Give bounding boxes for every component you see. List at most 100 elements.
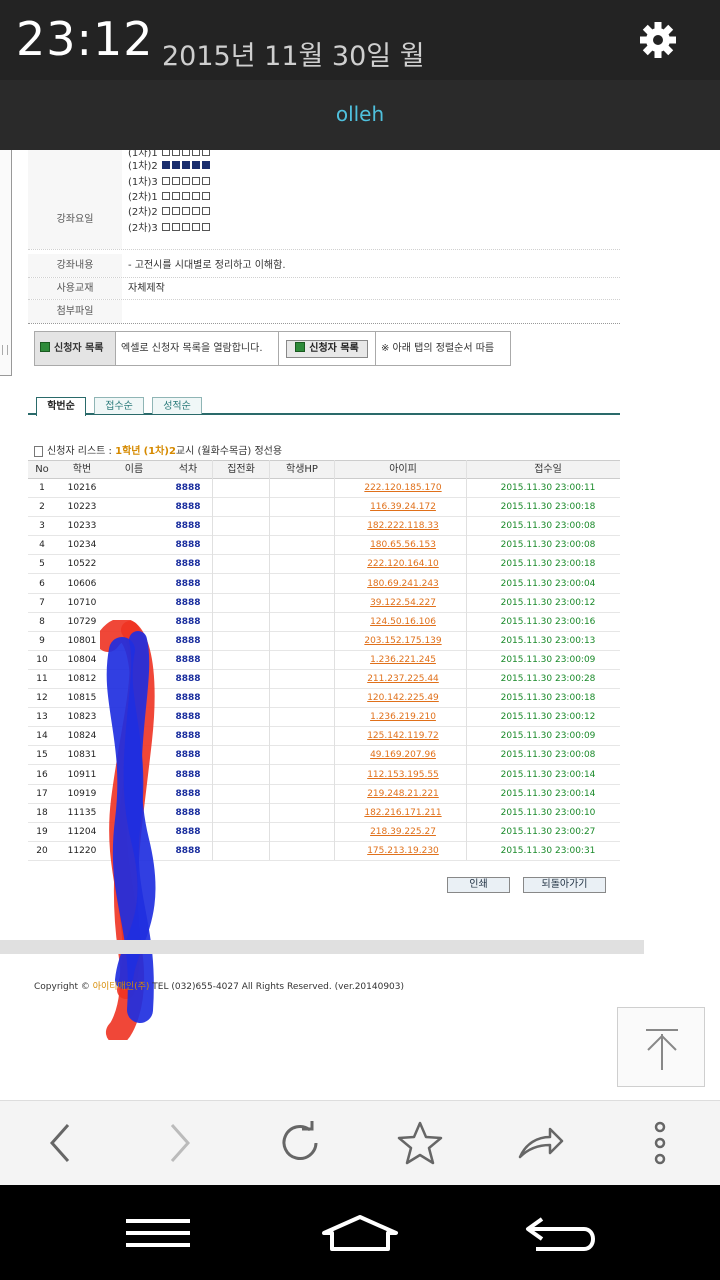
more-icon[interactable] bbox=[636, 1119, 684, 1167]
cell-ip[interactable]: 1.236.221.245 bbox=[338, 651, 468, 670]
cell-ip[interactable]: 39.122.54.227 bbox=[338, 594, 468, 613]
content-value: - 고전시를 시대별로 정리하고 이해함. bbox=[128, 260, 286, 271]
cell-no: 2 bbox=[39, 502, 45, 513]
menu-icon[interactable] bbox=[118, 1213, 198, 1253]
period-item: (2차)3 bbox=[128, 222, 212, 234]
forward-icon[interactable] bbox=[156, 1119, 204, 1167]
cell-ip[interactable]: 180.69.241.243 bbox=[338, 575, 468, 594]
cell-ip[interactable]: 182.216.171.211 bbox=[338, 804, 468, 823]
cell-ip[interactable]: 116.39.24.172 bbox=[338, 498, 468, 517]
cell-ip[interactable]: 211.237.225.44 bbox=[338, 670, 468, 689]
cell-ip[interactable]: 120.142.225.49 bbox=[338, 689, 468, 708]
reload-icon[interactable] bbox=[276, 1119, 324, 1167]
col-home-phone: 집전화 bbox=[227, 464, 255, 475]
table-row: 17 10919 8888 219.248.21.221 2015.11.30 23:0… bbox=[28, 785, 620, 804]
panel-handle-icon[interactable] bbox=[2, 345, 8, 355]
col-received: 접수일 bbox=[534, 464, 562, 475]
cell-student-id: 11204 bbox=[67, 826, 97, 837]
column-rule bbox=[212, 460, 213, 860]
list-title: 신청자 리스트 : 1학년 (1차)2교시 (월화수목금) 정선용 bbox=[34, 442, 282, 457]
cell-no: 6 bbox=[39, 578, 45, 589]
cell-received: 2015.11.30 23:00:13 bbox=[500, 635, 596, 646]
material-row: 사용교재 자체제작 bbox=[28, 278, 620, 300]
tab-received[interactable]: 접수순 bbox=[94, 397, 144, 414]
cell-student-id: 10823 bbox=[67, 712, 97, 723]
cell-no: 16 bbox=[36, 769, 48, 780]
applicant-list-button[interactable]: 신청자 목록 bbox=[286, 340, 368, 358]
cell-no: 10 bbox=[36, 654, 48, 665]
cell-student-id: 10522 bbox=[67, 559, 97, 570]
side-panel-edge[interactable] bbox=[0, 150, 12, 376]
cell-seat: 8888 bbox=[175, 674, 201, 684]
cell-received: 2015.11.30 23:00:04 bbox=[500, 578, 596, 589]
cell-ip[interactable]: 175.213.19.230 bbox=[338, 842, 468, 861]
home-icon[interactable] bbox=[320, 1213, 400, 1253]
period-boxes bbox=[161, 222, 212, 234]
cell-ip[interactable]: 124.50.16.106 bbox=[338, 613, 468, 632]
table-row: 12 10815 8888 120.142.225.49 2015.11.30 23:0… bbox=[28, 689, 620, 709]
table-row: 4 10234 8888 180.65.56.153 2015.11.30 23:00:… bbox=[28, 536, 620, 556]
cell-student-id: 10919 bbox=[67, 788, 97, 799]
period-boxes bbox=[161, 176, 212, 188]
table-row: 2 10223 8888 116.39.24.172 2015.11.30 23:00:… bbox=[28, 498, 620, 518]
material-value: 자체제작 bbox=[128, 283, 165, 294]
cell-ip[interactable]: 182.222.118.33 bbox=[338, 517, 468, 536]
cell-ip[interactable]: 112.153.195.55 bbox=[338, 766, 468, 785]
cell-student-id: 11220 bbox=[67, 845, 97, 856]
cell-received: 2015.11.30 23:00:08 bbox=[500, 750, 596, 761]
cell-no: 11 bbox=[36, 674, 48, 684]
cell-ip[interactable]: 222.120.185.170 bbox=[338, 479, 468, 498]
applicant-toolbar: 신청자 목록 엑셀로 신청자 목록을 열람합니다. 신청자 목록 ※ 아래 탭의… bbox=[34, 331, 511, 366]
cell-received: 2015.11.30 23:00:18 bbox=[500, 693, 596, 704]
cell-seat: 8888 bbox=[175, 635, 201, 646]
date: 2015년 11월 30일 월 bbox=[162, 41, 425, 72]
cell-received: 2015.11.30 23:00:11 bbox=[500, 483, 596, 493]
cell-ip[interactable]: 49.169.207.96 bbox=[338, 746, 468, 765]
col-student-hp: 학생HP bbox=[286, 464, 318, 475]
cell-student-id: 11135 bbox=[67, 807, 97, 818]
cell-received: 2015.11.30 23:00:10 bbox=[500, 807, 596, 818]
return-icon[interactable] bbox=[522, 1213, 602, 1253]
content-label: 강좌내용 bbox=[28, 254, 122, 277]
cell-received: 2015.11.30 23:00:08 bbox=[500, 540, 596, 551]
applicant-list-label: 신청자 목록 bbox=[35, 332, 115, 365]
column-rule bbox=[269, 460, 270, 860]
carrier-label: olleh bbox=[335, 102, 385, 126]
cell-ip[interactable]: 1.236.219.210 bbox=[338, 708, 468, 727]
cell-received: 2015.11.30 23:00:28 bbox=[500, 674, 596, 684]
table-row: 15 10831 8888 49.169.207.96 2015.11.30 23:00… bbox=[28, 746, 620, 766]
share-icon[interactable] bbox=[516, 1119, 564, 1167]
back-icon[interactable] bbox=[36, 1119, 84, 1167]
cell-student-id: 10233 bbox=[67, 521, 97, 532]
back-button[interactable]: 되돌아가기 bbox=[523, 877, 606, 893]
cell-seat: 8888 bbox=[175, 521, 201, 532]
period-boxes bbox=[161, 160, 212, 172]
cell-ip[interactable]: 180.65.56.153 bbox=[338, 536, 468, 555]
cell-student-id: 10815 bbox=[67, 693, 97, 704]
cell-ip[interactable]: 222.120.164.10 bbox=[338, 555, 468, 574]
cell-student-id: 10804 bbox=[67, 654, 97, 665]
table-row: 6 10606 8888 180.69.241.243 2015.11.30 23:00… bbox=[28, 575, 620, 594]
cell-ip[interactable]: 203.152.175.139 bbox=[338, 632, 468, 651]
cell-no: 13 bbox=[36, 712, 48, 723]
table-row: 5 10522 8888 222.120.164.10 2015.11.30 23:00… bbox=[28, 555, 620, 575]
cell-seat: 8888 bbox=[175, 807, 201, 818]
table-row: 16 10911 8888 112.153.195.55 2015.11.30 23:0… bbox=[28, 766, 620, 785]
cell-received: 2015.11.30 23:00:09 bbox=[500, 654, 596, 665]
scroll-top-button[interactable] bbox=[617, 1007, 705, 1087]
tab-grade[interactable]: 성적순 bbox=[152, 397, 202, 414]
cell-student-id: 10234 bbox=[67, 540, 97, 551]
star-icon[interactable] bbox=[396, 1119, 444, 1167]
schedule-row: 강좌요일 bbox=[28, 150, 620, 250]
table-row: 3 10233 8888 182.222.118.33 2015.11.30 23:00… bbox=[28, 517, 620, 537]
cell-received: 2015.11.30 23:00:16 bbox=[500, 616, 596, 627]
cell-ip[interactable]: 219.248.21.221 bbox=[338, 785, 468, 804]
cell-ip[interactable]: 218.39.225.27 bbox=[338, 823, 468, 842]
cell-seat: 8888 bbox=[175, 826, 201, 837]
table-row: 18 11135 8888 182.216.171.211 2015.11.30 23:… bbox=[28, 804, 620, 823]
print-button[interactable]: 인쇄 bbox=[447, 877, 510, 893]
schedule-label: 강좌요일 bbox=[28, 150, 122, 249]
tab-student-id[interactable]: 학번순 bbox=[36, 397, 86, 416]
gear-icon[interactable] bbox=[636, 18, 680, 62]
cell-ip[interactable]: 125.142.119.72 bbox=[338, 727, 468, 746]
